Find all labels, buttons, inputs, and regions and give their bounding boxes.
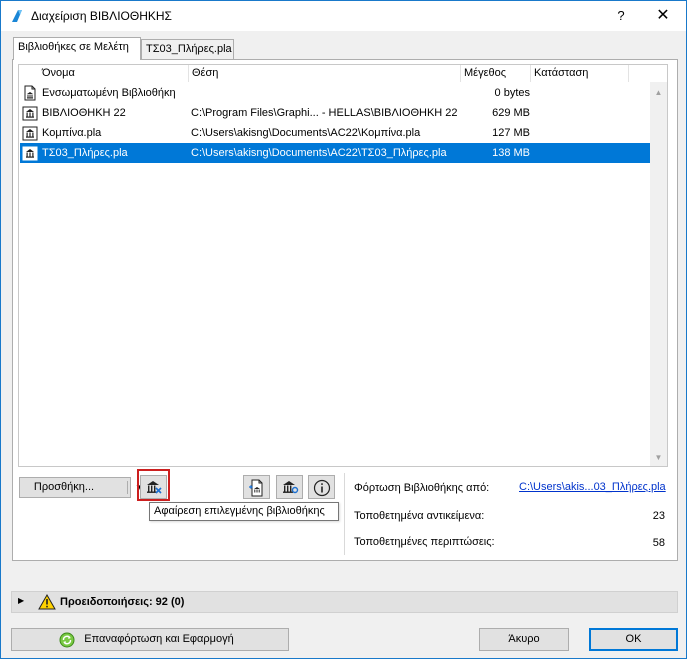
reload-and-apply-button[interactable]: Επαναφόρτωση και Εφαρμογή bbox=[11, 628, 289, 651]
warning-icon bbox=[38, 594, 56, 610]
load-from-label: Φόρτωση Βιβλιοθήκης από: bbox=[354, 482, 490, 494]
list-scrollbar[interactable]: ▲ ▼ bbox=[650, 82, 667, 466]
tab-ts03-full-pla[interactable]: ΤΣ03_Πλήρες.pla bbox=[141, 39, 234, 60]
column-header-status[interactable]: Κατάσταση bbox=[531, 65, 629, 82]
title-bar: Διαχείριση ΒΙΒΛΙΟΘΗΚΗΣ ? ✕ bbox=[1, 1, 686, 31]
list-item-library-22[interactable]: ΒΙΒΛΙΟΘΗΚΗ 22 C:\Program Files\Graphi...… bbox=[20, 103, 651, 123]
placed-instances-value: 58 bbox=[652, 537, 665, 549]
library-manager-dialog: Διαχείριση ΒΙΒΛΙΟΘΗΚΗΣ ? ✕ Βιβλιοθήκες σ… bbox=[0, 0, 687, 659]
library-location: C:\Users\akisng\Documents\AC22\ΤΣ03_Πλήρ… bbox=[191, 147, 447, 159]
warnings-bar[interactable]: ▶ Προειδοποιήσεις: 92 (0) bbox=[11, 591, 678, 613]
scroll-down-icon[interactable]: ▼ bbox=[650, 449, 667, 466]
load-from-link[interactable]: C:\Users\akis...03_Πλήρες.pla bbox=[519, 481, 666, 493]
reload-icon bbox=[59, 632, 75, 648]
list-item-ts03-full-pla[interactable]: ΤΣ03_Πλήρες.pla C:\Users\akisng\Document… bbox=[20, 143, 651, 163]
add-library-button[interactable]: Προσθήκη... ▼ bbox=[19, 477, 143, 498]
library-name: Κομπίνα.pla bbox=[42, 127, 102, 139]
remove-library-tooltip: Αφαίρεση επιλεγμένης βιβλιοθήκης bbox=[149, 502, 339, 521]
close-button[interactable]: ✕ bbox=[648, 5, 678, 27]
column-header-name[interactable]: Όνομα bbox=[39, 65, 189, 82]
document-library-icon bbox=[249, 479, 263, 497]
library-icon bbox=[22, 126, 38, 141]
placed-objects-label: Τοποθετημένα αντικείμενα: bbox=[354, 510, 485, 522]
placed-instances-label: Τοποθετημένες περιπτώσεις: bbox=[354, 536, 495, 548]
ok-button[interactable]: OK bbox=[589, 628, 678, 651]
list-item-kompina-pla[interactable]: Κομπίνα.pla C:\Users\akisng\Documents\AC… bbox=[20, 123, 651, 143]
library-location bbox=[191, 83, 461, 103]
library-size: 127 MB bbox=[492, 127, 530, 139]
help-button[interactable]: ? bbox=[606, 5, 636, 27]
library-size: 0 bytes bbox=[494, 87, 530, 99]
library-name: ΒΙΒΛΙΟΘΗΚΗ 22 bbox=[42, 107, 126, 119]
library-icon bbox=[22, 146, 38, 161]
column-header-location[interactable]: Θέση bbox=[189, 65, 461, 82]
archicad-app-icon bbox=[12, 10, 22, 22]
library-name: Ενσωματωμένη Βιβλιοθήκη bbox=[42, 87, 176, 99]
split-divider bbox=[127, 481, 128, 494]
list-item-embedded-library[interactable]: Ενσωματωμένη Βιβλιοθήκη 0 bytes bbox=[20, 83, 651, 103]
column-header-size[interactable]: Μέγεθος bbox=[461, 65, 531, 82]
library-list[interactable]: Όνομα Θέση Μέγεθος Κατάσταση Ενσωματωμέν… bbox=[18, 64, 668, 467]
panel-divider bbox=[344, 473, 345, 555]
scroll-up-icon[interactable]: ▲ bbox=[650, 84, 667, 101]
library-icon bbox=[22, 106, 38, 121]
library-info-button[interactable] bbox=[308, 475, 335, 499]
reload-and-apply-label: Επαναφόρτωση και Εφαρμογή bbox=[84, 633, 234, 645]
library-gear-icon bbox=[283, 481, 299, 494]
library-name: ΤΣ03_Πλήρες.pla bbox=[42, 147, 128, 159]
placed-objects-value: 23 bbox=[652, 510, 665, 522]
add-library-label: Προσθήκη... bbox=[33, 481, 95, 493]
library-location: C:\Program Files\Graphi... - HELLAS\ΒΙΒΛ… bbox=[191, 107, 458, 119]
library-size: 629 MB bbox=[492, 107, 530, 119]
library-location: C:\Users\akisng\Documents\AC22\Κομπίνα.p… bbox=[191, 127, 421, 139]
warnings-label: Προειδοποιήσεις: 92 (0) bbox=[60, 596, 185, 608]
library-size: 138 MB bbox=[492, 147, 530, 159]
info-icon bbox=[313, 479, 331, 497]
tab-libraries-in-project[interactable]: Βιβλιοθήκες σε Μελέτη bbox=[13, 37, 141, 60]
highlight-box bbox=[137, 469, 170, 501]
document-library-icon bbox=[24, 85, 36, 101]
expand-caret-icon[interactable]: ▶ bbox=[18, 596, 24, 605]
library-settings-button[interactable] bbox=[276, 475, 303, 499]
window-title: Διαχείριση ΒΙΒΛΙΟΘΗΚΗΣ bbox=[31, 9, 172, 23]
cancel-button[interactable]: Άκυρο bbox=[479, 628, 569, 651]
library-document-button[interactable] bbox=[243, 475, 270, 499]
